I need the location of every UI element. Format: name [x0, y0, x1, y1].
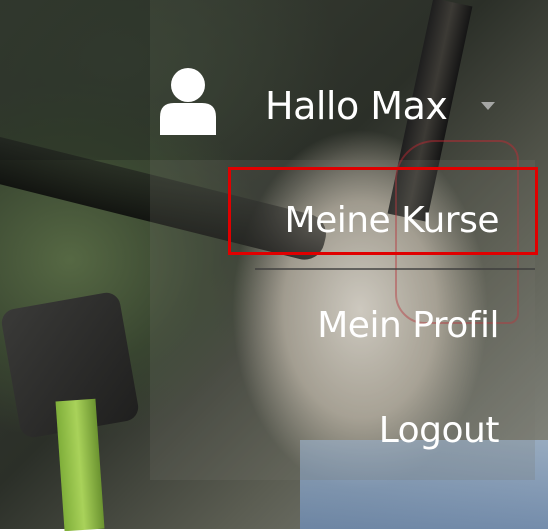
- menu-item-mein-profil[interactable]: Mein Profil: [150, 285, 535, 365]
- user-menu-toggle[interactable]: Hallo Max: [150, 40, 548, 160]
- highlight-box: [228, 167, 538, 255]
- menu-item-logout[interactable]: Logout: [150, 390, 535, 470]
- background-shade: [0, 0, 150, 160]
- menu-divider: [255, 268, 535, 270]
- caret-down-icon[interactable]: [481, 102, 495, 110]
- greeting-label[interactable]: Hallo Max: [265, 84, 448, 128]
- user-icon: [160, 68, 216, 135]
